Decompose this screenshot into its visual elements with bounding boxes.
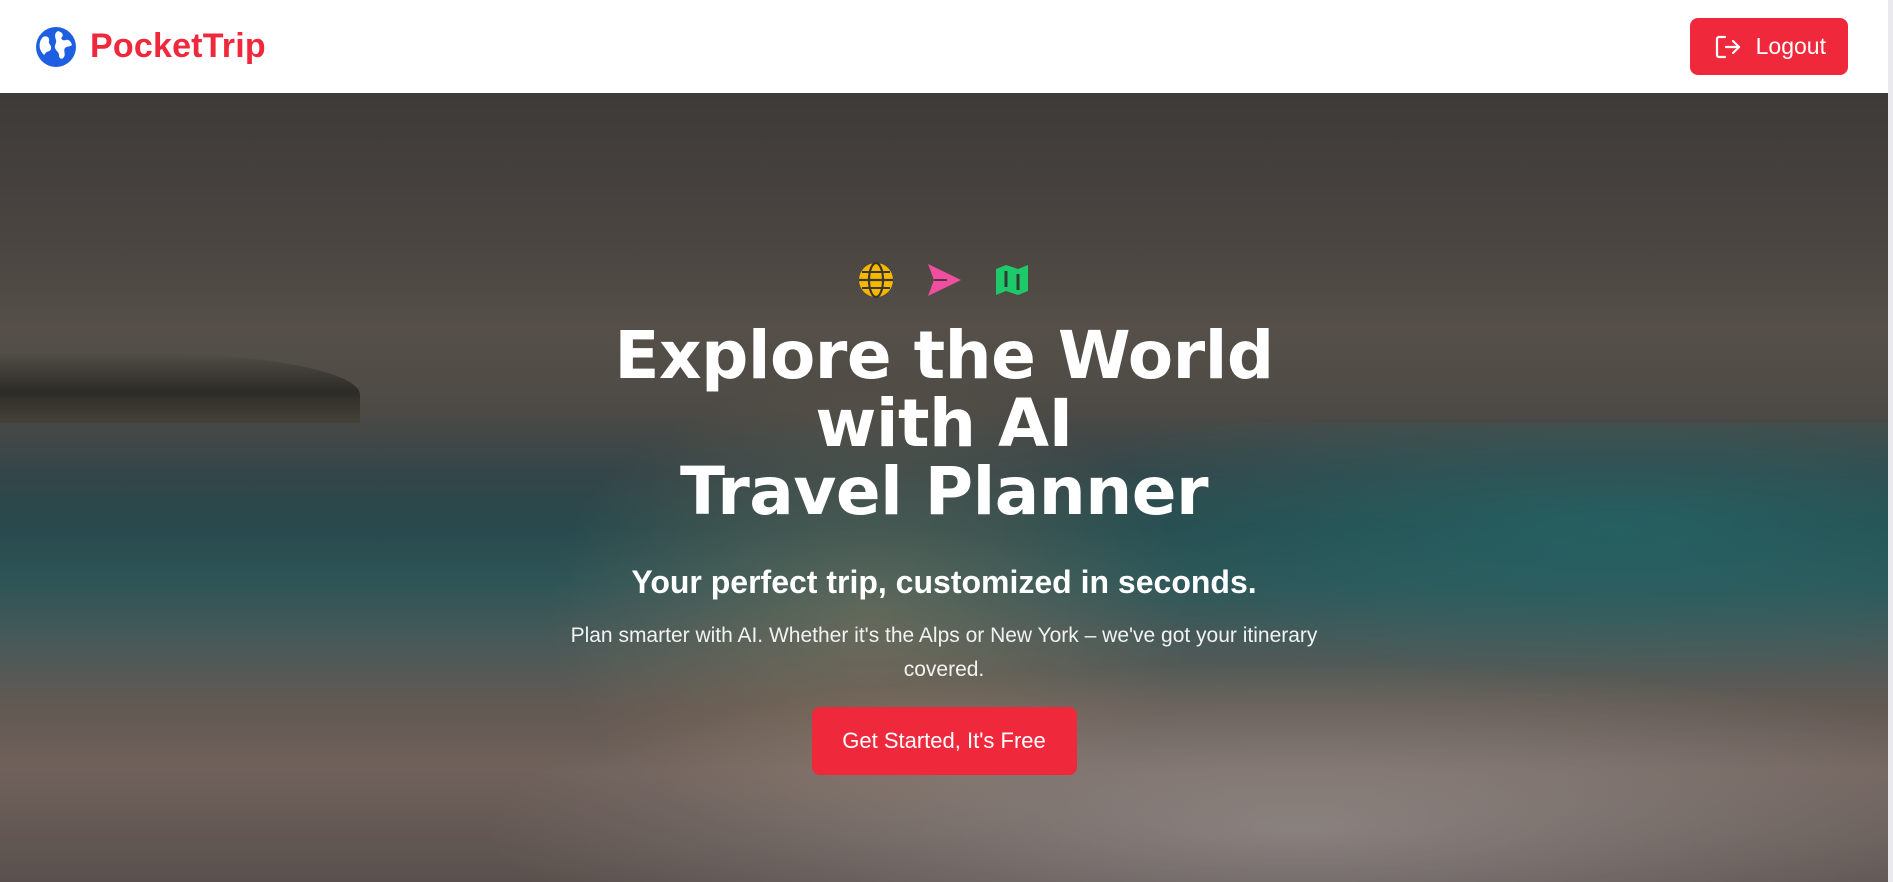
map-icon — [996, 265, 1028, 295]
hero-subtitle: Your perfect trip, customized in seconds… — [631, 564, 1257, 600]
hero-title: Explore the World with AI Travel Planner — [524, 322, 1364, 526]
logout-icon — [1715, 35, 1740, 58]
paper-plane-icon — [928, 264, 961, 296]
globe-icon — [859, 261, 893, 299]
hero-title-line-1: Explore the World with AI — [614, 317, 1274, 462]
hero-title-line-2: Travel Planner — [679, 453, 1209, 530]
hero-icon-row — [857, 260, 1031, 300]
page-scrollbar[interactable] — [1888, 0, 1893, 882]
hero-section: Explore the World with AI Travel Planner… — [0, 93, 1888, 882]
brand-logo-link[interactable]: PocketTrip — [34, 25, 266, 69]
hero-description: Plan smarter with AI. Whether it's the A… — [570, 624, 1318, 681]
get-started-button[interactable]: Get Started, It's Free — [811, 707, 1077, 775]
logout-label: Logout — [1755, 33, 1826, 59]
logout-button[interactable]: Logout — [1689, 18, 1848, 75]
top-navbar: PocketTrip Logout — [0, 0, 1888, 93]
brand-name: PocketTrip — [90, 27, 266, 65]
globe-icon — [36, 26, 76, 67]
hero-content: Explore the World with AI Travel Planner… — [0, 93, 1888, 882]
